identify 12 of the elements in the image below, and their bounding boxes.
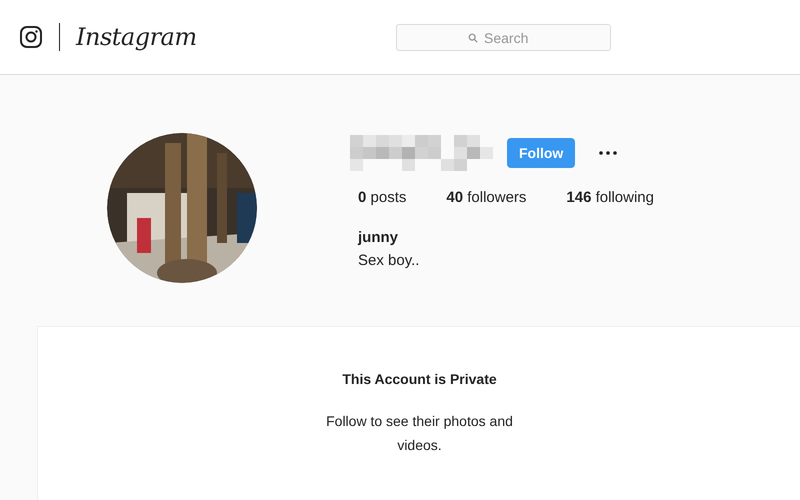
- display-name: junny: [358, 229, 399, 246]
- search-field[interactable]: Search: [396, 24, 611, 51]
- private-message: Follow to see their photos and videos.: [325, 412, 514, 455]
- logo-wordmark[interactable]: Instagram: [76, 23, 197, 51]
- bio-text: Sex boy..: [358, 252, 420, 269]
- private-title: This Account is Private: [342, 371, 497, 387]
- search-icon: [468, 33, 478, 43]
- stat-count[interactable]: 146 following: [566, 189, 654, 206]
- stat-count[interactable]: 40 followers: [446, 189, 526, 206]
- more-icon: [599, 151, 618, 155]
- camera-logo-icon[interactable]: [19, 25, 43, 49]
- stat-count[interactable]: 0 posts: [358, 189, 406, 206]
